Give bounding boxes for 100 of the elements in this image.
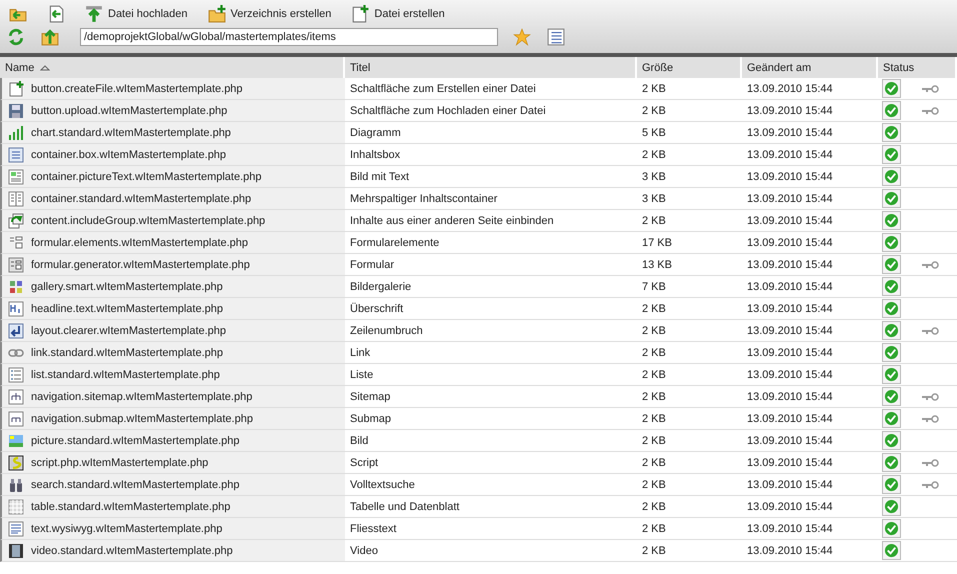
modified-date: 13.09.2010 15:44 bbox=[747, 522, 833, 534]
toolbar-button[interactable]: Datei erstellen bbox=[348, 5, 448, 23]
new-file-icon bbox=[8, 80, 24, 96]
refresh-icon[interactable] bbox=[6, 28, 26, 46]
text-icon bbox=[8, 520, 24, 536]
file-size: 2 KB bbox=[642, 412, 666, 424]
file-size: 13 KB bbox=[642, 258, 672, 270]
toolbar-button[interactable]: Verzeichnis erstellen bbox=[204, 5, 334, 23]
file-title: Formularelemente bbox=[350, 236, 440, 248]
column-header[interactable]: Geändert am bbox=[742, 57, 878, 78]
modified-date: 13.09.2010 15:44 bbox=[747, 82, 833, 94]
file-title: Inhalte aus einer anderen Seite einbinden bbox=[350, 214, 554, 226]
modified-date: 13.09.2010 15:44 bbox=[747, 544, 833, 556]
file-size: 2 KB bbox=[642, 478, 666, 490]
file-title: Script bbox=[350, 456, 378, 468]
line-break-icon bbox=[8, 322, 24, 338]
file-title: Schaltfläche zum Erstellen einer Datei bbox=[350, 82, 536, 94]
modified-date: 13.09.2010 15:44 bbox=[747, 346, 833, 358]
file-title: Link bbox=[350, 346, 370, 358]
modified-date: 13.09.2010 15:44 bbox=[747, 434, 833, 446]
new-folder-icon bbox=[208, 5, 226, 23]
file-size: 2 KB bbox=[642, 368, 666, 380]
modified-date: 13.09.2010 15:44 bbox=[747, 214, 833, 226]
script-icon bbox=[8, 454, 24, 470]
file-size: 2 KB bbox=[642, 302, 666, 314]
modified-date: 13.09.2010 15:44 bbox=[747, 258, 833, 270]
table-icon bbox=[8, 498, 24, 514]
file-title: Submap bbox=[350, 412, 391, 424]
include-icon bbox=[8, 212, 24, 228]
list-icon bbox=[8, 366, 24, 382]
column-header[interactable]: Name bbox=[0, 57, 345, 78]
form-icon bbox=[8, 256, 24, 272]
sitemap-icon bbox=[8, 388, 24, 404]
file-size: 2 KB bbox=[642, 104, 666, 116]
file-title: Volltextsuche bbox=[350, 478, 415, 490]
file-size: 2 KB bbox=[642, 522, 666, 534]
file-title: Fliesstext bbox=[350, 522, 396, 534]
file-title: Formular bbox=[350, 258, 394, 270]
file-size: 5 KB bbox=[642, 126, 666, 138]
file-size: 2 KB bbox=[642, 544, 666, 556]
file-size: 2 KB bbox=[642, 148, 666, 160]
column-header[interactable]: Titel bbox=[345, 57, 637, 78]
file-size: 2 KB bbox=[642, 82, 666, 94]
file-title: Inhaltsbox bbox=[350, 148, 400, 160]
gallery-icon bbox=[8, 278, 24, 294]
file-title: Überschrift bbox=[350, 302, 404, 314]
bar-chart-icon bbox=[8, 124, 24, 140]
file-title: Zeilenumbruch bbox=[350, 324, 423, 336]
upload-icon bbox=[85, 5, 103, 23]
file-size: 2 KB bbox=[642, 500, 666, 512]
modified-date: 13.09.2010 15:44 bbox=[747, 368, 833, 380]
toolbar-button[interactable]: Datei hochladen bbox=[82, 5, 191, 23]
form-icon bbox=[8, 234, 24, 250]
column-header[interactable]: Status bbox=[878, 57, 957, 78]
binoculars-icon bbox=[8, 476, 24, 492]
file-title: Bildergalerie bbox=[350, 280, 412, 292]
modified-date: 13.09.2010 15:44 bbox=[747, 302, 833, 314]
path-field[interactable]: /demoprojektGlobal/wGlobal/mastertemplates/items bbox=[80, 28, 498, 46]
file-size: 17 KB bbox=[642, 236, 672, 248]
modified-date: 13.09.2010 15:44 bbox=[747, 412, 833, 424]
file-size: 3 KB bbox=[642, 192, 666, 204]
modified-date: 13.09.2010 15:44 bbox=[747, 192, 833, 204]
folder-up-icon[interactable] bbox=[40, 28, 60, 46]
columns-icon bbox=[8, 190, 24, 206]
file-title: Mehrspaltiger Inhaltscontainer bbox=[350, 192, 498, 204]
landscape-icon bbox=[8, 432, 24, 448]
file-title: Diagramm bbox=[350, 126, 401, 138]
file-title: Bild mit Text bbox=[350, 170, 410, 182]
file-size: 2 KB bbox=[642, 390, 666, 402]
sitemap-icon bbox=[8, 410, 24, 426]
film-icon bbox=[8, 542, 24, 558]
modified-date: 13.09.2010 15:44 bbox=[747, 148, 833, 160]
modified-date: 13.09.2010 15:44 bbox=[747, 170, 833, 182]
modified-date: 13.09.2010 15:44 bbox=[747, 390, 833, 402]
file-size: 2 KB bbox=[642, 324, 666, 336]
column-header[interactable]: Größe bbox=[637, 57, 742, 78]
file-size: 2 KB bbox=[642, 346, 666, 358]
modified-date: 13.09.2010 15:44 bbox=[747, 500, 833, 512]
file-title: Tabelle und Datenblatt bbox=[350, 500, 460, 512]
sort-arrow-icon bbox=[40, 64, 50, 70]
star-icon[interactable] bbox=[512, 28, 532, 46]
modified-date: 13.09.2010 15:44 bbox=[747, 236, 833, 248]
file-size: 7 KB bbox=[642, 280, 666, 292]
file-title: Sitemap bbox=[350, 390, 390, 402]
file-size: 2 KB bbox=[642, 456, 666, 468]
file-title: Video bbox=[350, 544, 378, 556]
file-size: 2 KB bbox=[642, 214, 666, 226]
list-icon[interactable] bbox=[546, 28, 566, 46]
text-box-icon bbox=[8, 146, 24, 162]
modified-date: 13.09.2010 15:44 bbox=[747, 280, 833, 292]
modified-date: 13.09.2010 15:44 bbox=[747, 104, 833, 116]
headline-icon bbox=[8, 300, 24, 316]
modified-date: 13.09.2010 15:44 bbox=[747, 126, 833, 138]
file-title: Liste bbox=[350, 368, 374, 380]
file-title: Bild bbox=[350, 434, 368, 446]
modified-date: 13.09.2010 15:44 bbox=[747, 456, 833, 468]
picture-text-icon bbox=[8, 168, 24, 184]
file-size: 2 KB bbox=[642, 434, 666, 446]
file-size: 3 KB bbox=[642, 170, 666, 182]
new-file-icon bbox=[351, 5, 370, 23]
